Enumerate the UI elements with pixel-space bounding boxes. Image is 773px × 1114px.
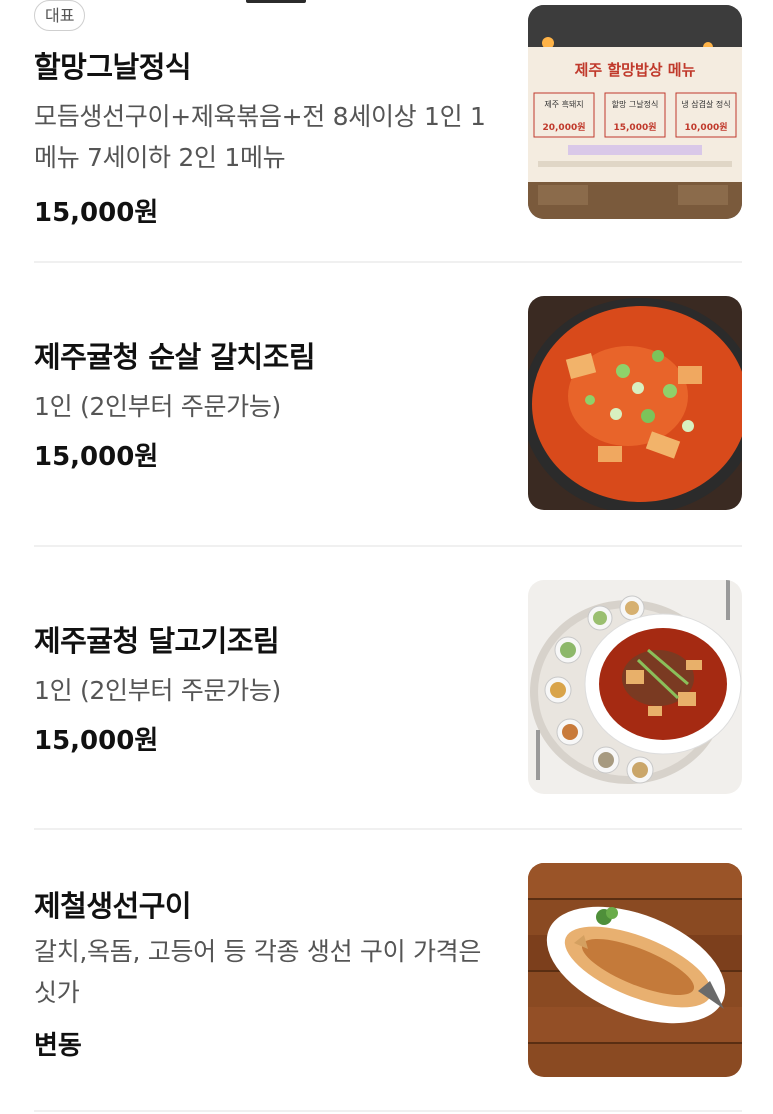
menu-item-photo[interactable]: 제주 할망밥상 메뉴 제주 흑돼지 할망 그날정식 냉 삼겹살 정식 20,00…: [528, 5, 742, 219]
menu-item-seasonal-grilled-fish[interactable]: 제철생선구이 갈치,옥돔, 고등어 등 각종 생선 구이 가격은 싯가 변동: [0, 829, 773, 1114]
menu-item-photo[interactable]: [528, 580, 742, 794]
menu-item-photo[interactable]: [528, 296, 742, 510]
menu-item-name: 할망그날정식: [34, 50, 192, 84]
sign-col2: 할망 그날정식: [612, 99, 659, 109]
item-divider: [34, 1110, 742, 1112]
menu-item-photo[interactable]: [528, 863, 742, 1077]
sign-title: 제주 할망밥상 메뉴: [575, 61, 696, 79]
menu-item-description: 1인 (2인부터 주문가능): [34, 676, 282, 705]
sign-price3: 10,000원: [684, 121, 727, 133]
menu-item-description: 1인 (2인부터 주문가능): [34, 392, 282, 421]
menu-item-price: 15,000원: [34, 198, 159, 228]
menu-item-description: 갈치,옥돔, 고등어 등 각종 생선 구이 가격은 싯가: [34, 937, 482, 1007]
menu-item-price: 변동: [34, 1031, 82, 1061]
menu-item-name: 제철생선구이: [34, 889, 192, 923]
grilled-fish-image: [528, 863, 742, 1077]
sign-price1: 20,000원: [542, 121, 585, 133]
sign-col1: 제주 흑돼지: [544, 99, 583, 109]
menu-item-description: 모듬생선구이+제육볶음+전 8세이상 1인 1메뉴 7세이하 2인 1메뉴: [34, 102, 486, 172]
menu-item-cutlassfish[interactable]: 제주귤청 순살 갈치조림 1인 (2인부터 주문가능) 15,000원: [0, 262, 773, 545]
menu-item-price: 15,000원: [34, 726, 159, 756]
menu-item-john-dory[interactable]: 제주귤청 달고기조림 1인 (2인부터 주문가능) 15,000원: [0, 546, 773, 828]
signature-badge: 대표: [34, 0, 86, 31]
menu-item-name: 제주귤청 순살 갈치조림: [34, 340, 316, 374]
sign-price2: 15,000원: [613, 121, 656, 133]
menu-item-halmang-set[interactable]: 대표 할망그날정식 모듬생선구이+제육볶음+전 8세이상 1인 1메뉴 7세이하…: [0, 0, 773, 262]
braised-john-dory-image: [528, 580, 742, 794]
menu-board-image: 제주 할망밥상 메뉴 제주 흑돼지 할망 그날정식 냉 삼겹살 정식 20,00…: [528, 5, 742, 219]
menu-item-price: 15,000원: [34, 442, 159, 472]
braised-cutlassfish-image: [528, 296, 742, 510]
sign-col3: 냉 삼겹살 정식: [681, 99, 730, 109]
menu-item-name: 제주귤청 달고기조림: [34, 624, 280, 658]
